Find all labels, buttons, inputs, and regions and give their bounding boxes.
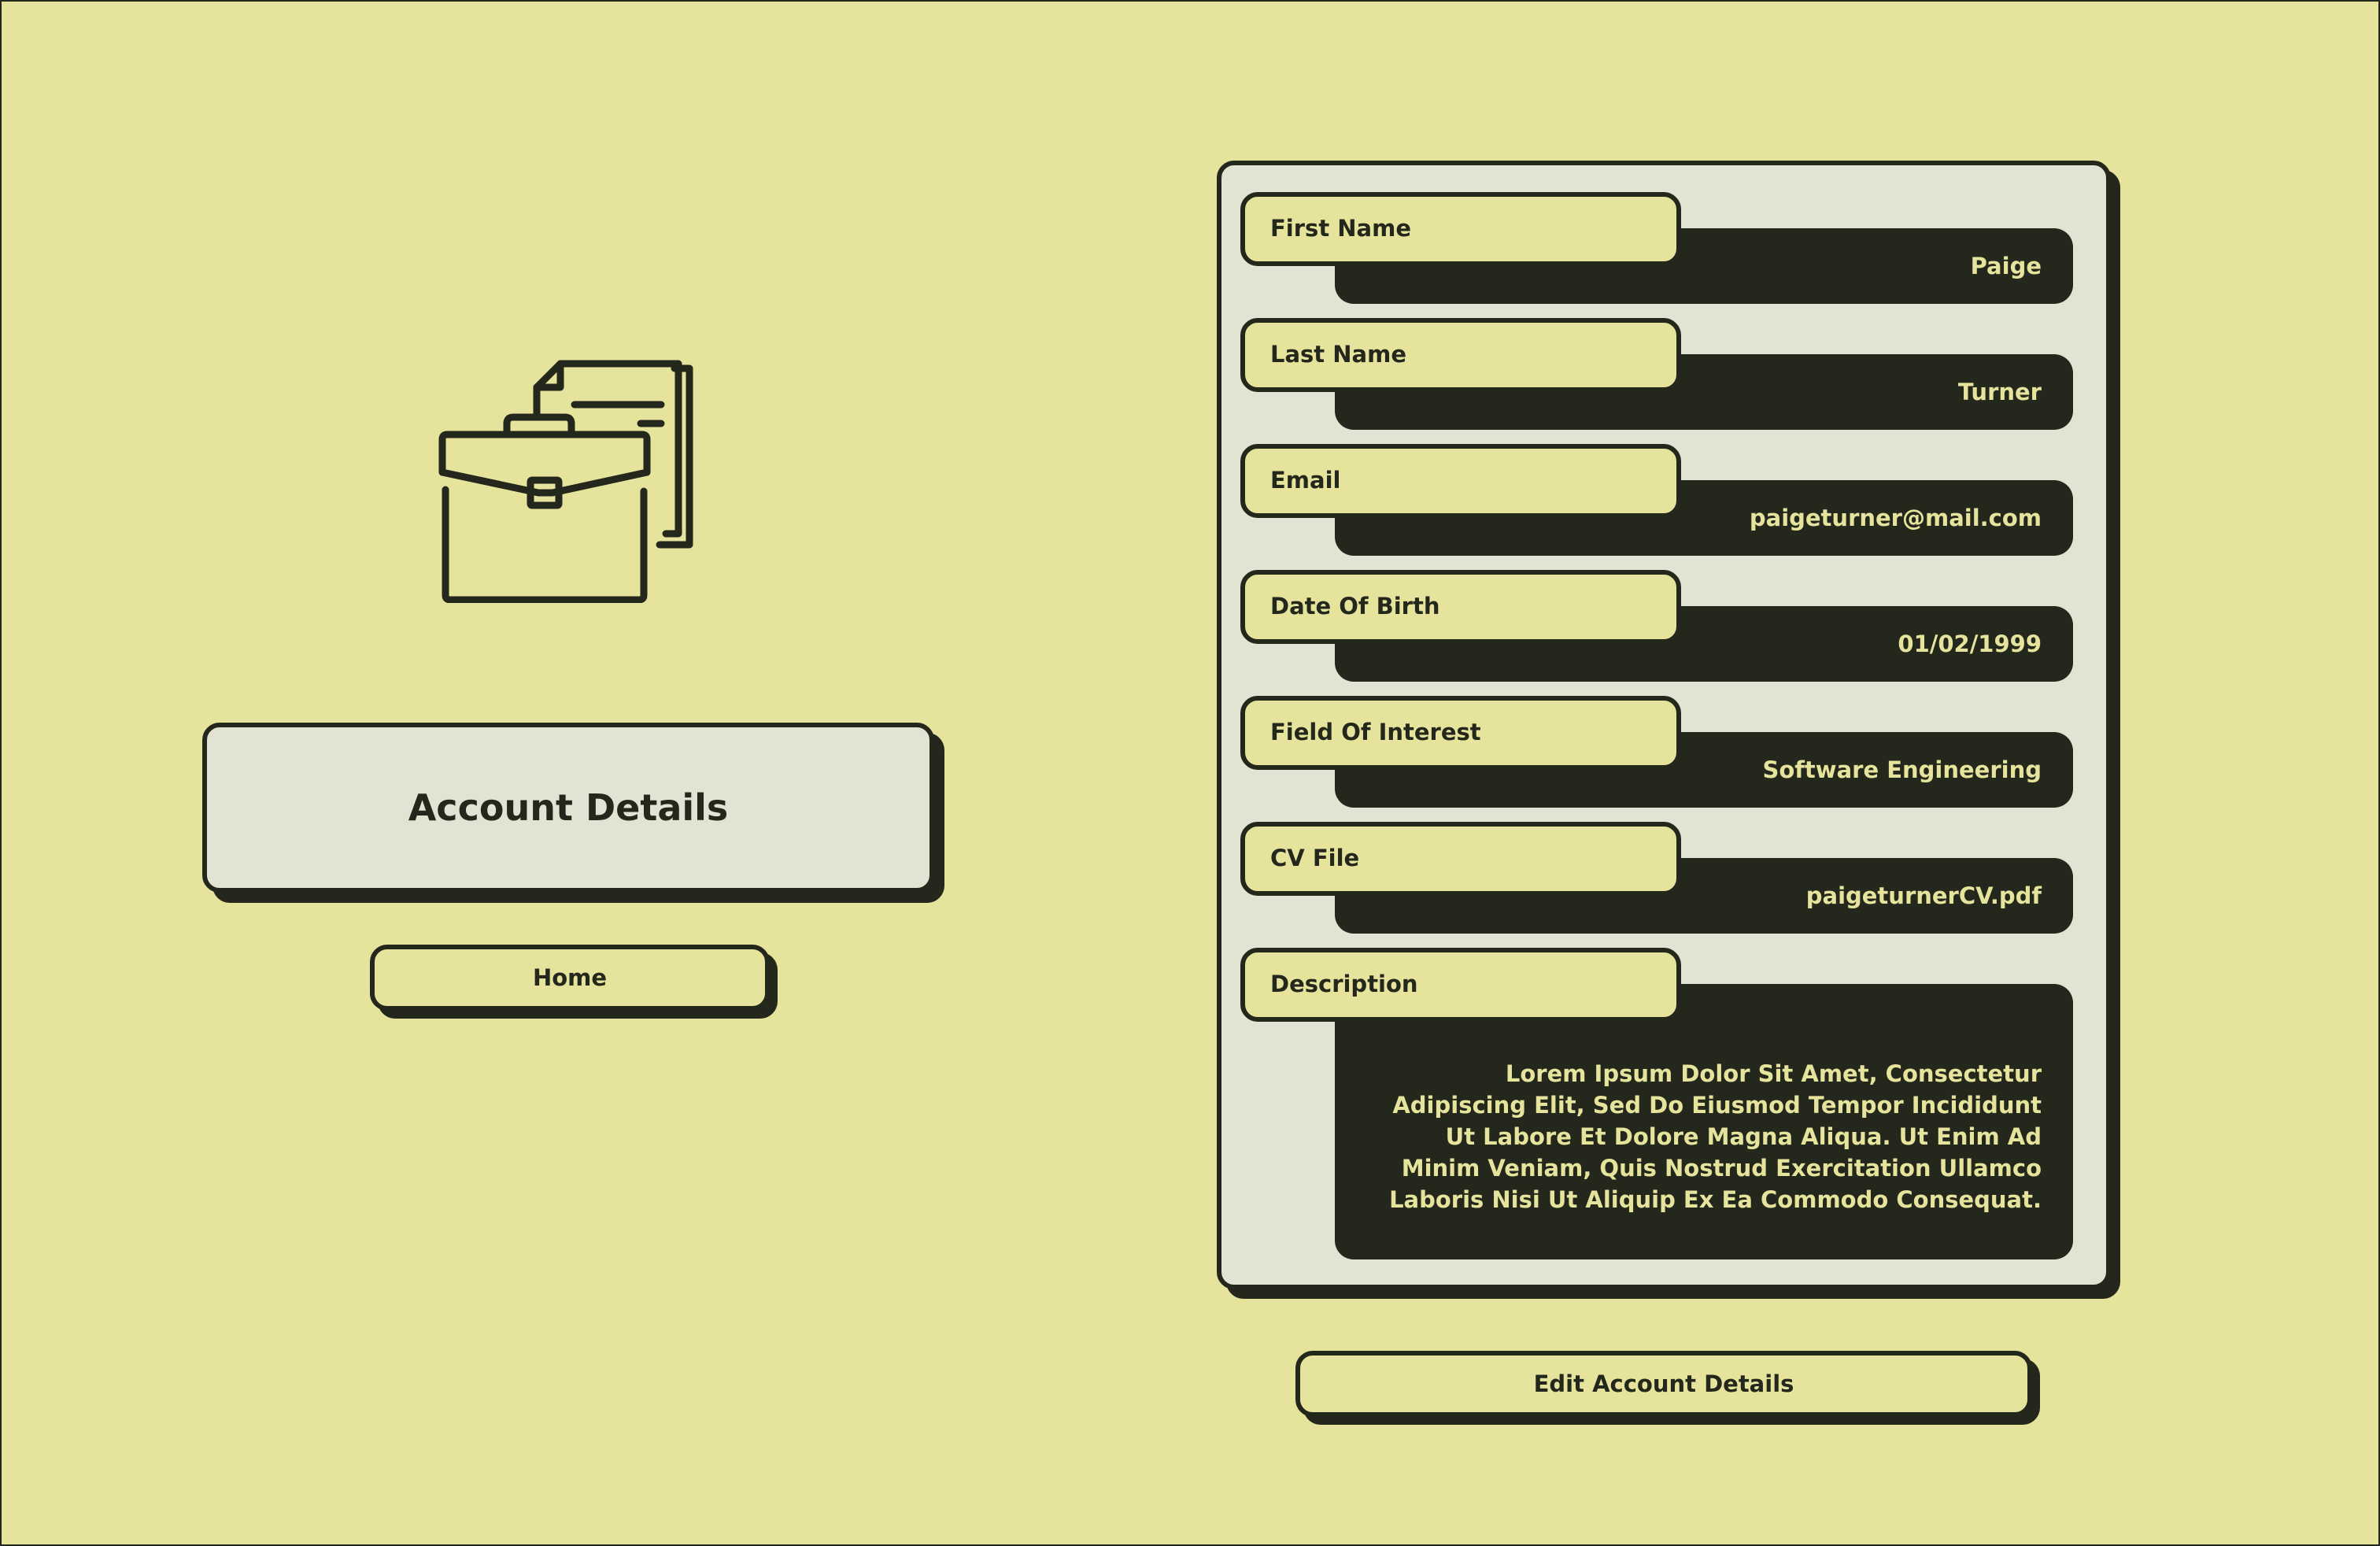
email-label-text: Email (1270, 467, 1341, 494)
description-value: Lorem Ipsum Dolor Sit Amet, Consectetur … (1389, 1060, 2042, 1213)
last-name-value: Turner (1957, 379, 2042, 405)
field-of-interest-value: Software Engineering (1762, 756, 2042, 783)
first-name-value: Paige (1970, 253, 2042, 279)
date-of-birth-value: 01/02/1999 (1898, 631, 2042, 657)
page-title: Account Details (202, 723, 934, 893)
home-button[interactable]: Home (370, 945, 770, 1011)
field-of-interest-label: Field Of Interest (1240, 696, 1681, 770)
last-name-label: Last Name (1240, 318, 1681, 392)
cv-file-value: paigeturnerCV.pdf (1805, 882, 2042, 909)
field-of-interest-label-text: Field Of Interest (1270, 719, 1481, 745)
briefcase-documents-icon (434, 342, 707, 603)
date-of-birth-label-text: Date Of Birth (1270, 593, 1440, 620)
cv-file-label-text: CV File (1270, 845, 1360, 871)
account-details-page: Account Details Home Paige First Name Tu… (0, 0, 2380, 1546)
date-of-birth-label: Date Of Birth (1240, 570, 1681, 644)
first-name-label-text: First Name (1270, 215, 1411, 242)
description-label: Description (1240, 948, 1681, 1022)
edit-account-details-button-label: Edit Account Details (1533, 1370, 1794, 1397)
description-label-text: Description (1270, 971, 1418, 997)
description-value-box: Lorem Ipsum Dolor Sit Amet, Consectetur … (1335, 984, 2073, 1259)
email-value: paigeturner@mail.com (1749, 505, 2042, 531)
page-title-text: Account Details (408, 786, 729, 829)
home-button-label: Home (532, 964, 608, 991)
cv-file-label: CV File (1240, 822, 1681, 896)
account-details-card: Paige First Name Turner Last Name paiget… (1217, 161, 2111, 1289)
last-name-label-text: Last Name (1270, 341, 1406, 368)
email-label: Email (1240, 444, 1681, 518)
edit-account-details-button[interactable]: Edit Account Details (1295, 1351, 2032, 1417)
first-name-label: First Name (1240, 192, 1681, 266)
